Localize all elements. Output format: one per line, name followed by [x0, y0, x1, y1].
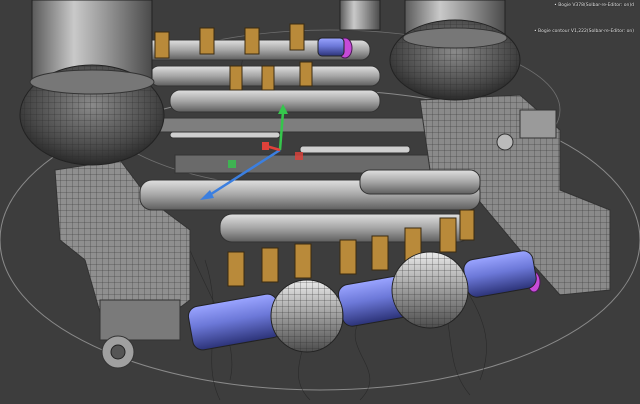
3d-viewport[interactable]: • Bogie V378(Solbar-re-Editor: on)d • Bo…: [0, 0, 640, 404]
rear-axle-blue[interactable]: [317, 37, 345, 57]
left-air-spring[interactable]: [19, 0, 165, 166]
object-info-label-2: • Bogie contour V1,222(Solbar-re-Editor:…: [533, 29, 634, 34]
center-strut[interactable]: [339, 0, 381, 31]
object-info-label-1: • Bogie V378(Solbar-re-Editor: on)d: [554, 3, 634, 8]
front-frame[interactable]: [139, 169, 481, 243]
right-air-spring[interactable]: [389, 0, 521, 101]
viewport-canvas[interactable]: [0, 0, 640, 404]
